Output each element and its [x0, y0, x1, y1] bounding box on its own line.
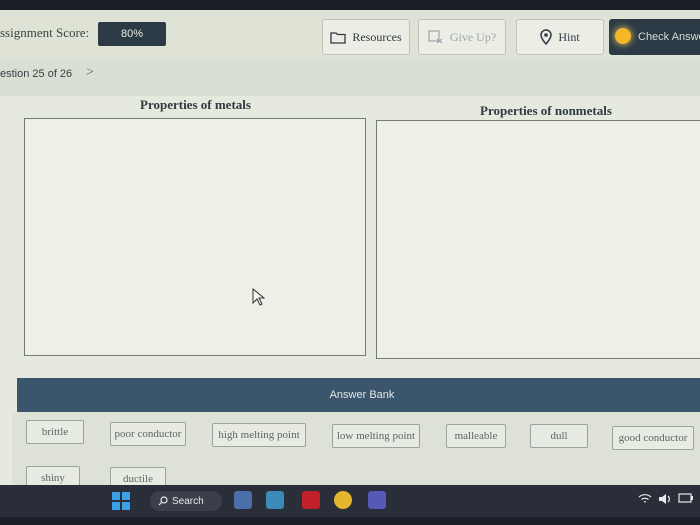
- question-content: Properties of metals Properties of nonme…: [0, 96, 700, 485]
- taskbar-search[interactable]: Search: [150, 491, 222, 511]
- metals-column-title: Properties of metals: [140, 97, 251, 112]
- nonmetals-drop-zone[interactable]: [376, 120, 700, 359]
- taskbar-app-icon[interactable]: [234, 491, 252, 509]
- answer-bank: brittle poor conductor high melting poin…: [12, 412, 700, 485]
- nonmetals-column-title: Properties of nonmetals: [480, 103, 612, 118]
- answer-chip-poor-conductor[interactable]: poor conductor: [110, 422, 186, 446]
- cursor-icon: [252, 288, 266, 306]
- hint-button[interactable]: Hint: [516, 19, 604, 55]
- taskbar-browser-icon[interactable]: [334, 491, 352, 509]
- start-quad: [112, 502, 120, 510]
- check-answer-button[interactable]: Check Answe: [609, 19, 700, 55]
- windows-taskbar: Search: [0, 485, 700, 517]
- metals-drop-zone[interactable]: [24, 118, 366, 356]
- answer-bank-header: Answer Bank: [17, 378, 700, 412]
- resources-button[interactable]: Resources: [322, 19, 410, 55]
- resources-label: Resources: [352, 29, 402, 44]
- location-pin-icon: [540, 29, 553, 45]
- answer-chip-malleable[interactable]: malleable: [446, 424, 506, 448]
- next-question-button[interactable]: >: [86, 65, 94, 81]
- glare-spot: [615, 28, 631, 44]
- check-answer-label: Check Answe: [638, 31, 700, 43]
- speaker-icon[interactable]: [658, 493, 672, 505]
- give-up-button[interactable]: Give Up?: [418, 19, 506, 55]
- assignment-toolbar: ssignment Score: 80% Resources Give Up? …: [0, 10, 700, 61]
- folder-icon: [330, 31, 346, 44]
- windows-start-icon[interactable]: [112, 492, 130, 510]
- answer-chip-dull[interactable]: dull: [530, 424, 588, 448]
- answer-chip-brittle[interactable]: brittle: [26, 420, 84, 444]
- taskbar-app-icon[interactable]: [266, 491, 284, 509]
- give-up-label: Give Up?: [449, 29, 497, 44]
- start-quad: [112, 492, 120, 500]
- answer-chip-shiny[interactable]: shiny: [26, 466, 80, 485]
- taskbar-app-icon[interactable]: [302, 491, 320, 509]
- system-tray: [638, 493, 694, 505]
- taskbar-app-icon[interactable]: [368, 491, 386, 509]
- search-icon: [158, 496, 168, 506]
- question-counter: estion 25 of 26: [0, 68, 73, 80]
- answer-chip-low-melting-point[interactable]: low melting point: [332, 424, 420, 448]
- taskbar-search-label: Search: [172, 495, 204, 507]
- give-up-icon: [428, 30, 443, 44]
- assignment-score-value: 80%: [98, 22, 166, 46]
- start-quad: [122, 502, 130, 510]
- battery-icon[interactable]: [678, 493, 694, 503]
- assignment-score-label: ssignment Score:: [0, 25, 90, 40]
- answer-chip-good-conductor[interactable]: good conductor: [612, 426, 694, 450]
- browser-viewport: ssignment Score: 80% Resources Give Up? …: [0, 10, 700, 485]
- answer-chip-ductile[interactable]: ductile: [110, 467, 166, 485]
- question-navigation: estion 25 of 26 >: [0, 60, 700, 96]
- hint-label: Hint: [558, 29, 580, 44]
- wifi-icon[interactable]: [638, 493, 652, 505]
- answer-chip-high-melting-point[interactable]: high melting point: [212, 423, 306, 447]
- start-quad: [122, 492, 130, 500]
